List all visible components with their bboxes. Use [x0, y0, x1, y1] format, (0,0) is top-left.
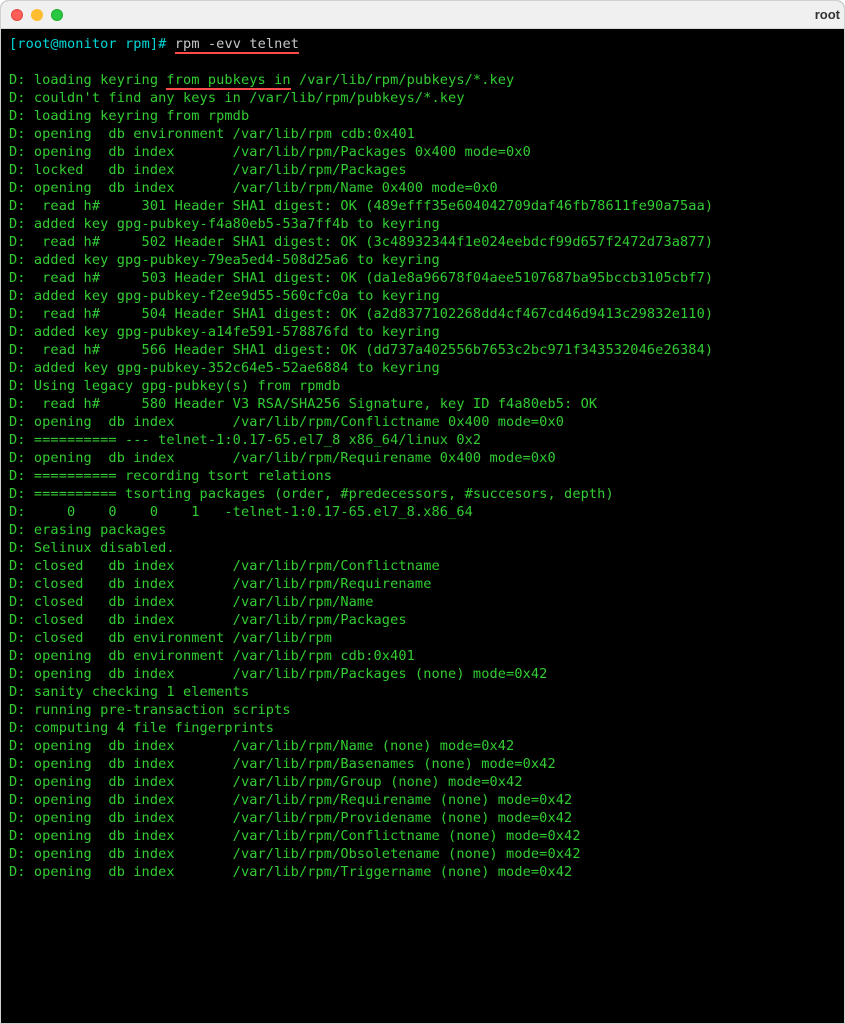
prompt-cwd: rpm: [125, 36, 150, 52]
window-title: root: [815, 1, 844, 29]
prompt-line: [root@monitor rpm]# rpm -evv telnet: [9, 35, 836, 53]
window-titlebar[interactable]: root: [1, 1, 844, 29]
prompt-close-bracket: ]: [150, 36, 158, 52]
terminal-window: root [root@monitor rpm]# rpm -evv telnet…: [0, 0, 845, 1024]
maximize-icon[interactable]: [51, 9, 63, 21]
minimize-icon[interactable]: [31, 9, 43, 21]
prompt-user-host: root@monitor: [17, 36, 116, 52]
command-input: rpm -evv telnet: [175, 36, 299, 54]
terminal-body[interactable]: [root@monitor rpm]# rpm -evv telnet D: l…: [1, 29, 844, 887]
close-icon[interactable]: [11, 9, 23, 21]
prompt-symbol: #: [158, 36, 166, 52]
traffic-lights: [11, 9, 63, 21]
annotated-text: from pubkeys in: [166, 72, 290, 90]
terminal-output: D: loading keyring from pubkeys in /var/…: [9, 72, 713, 880]
